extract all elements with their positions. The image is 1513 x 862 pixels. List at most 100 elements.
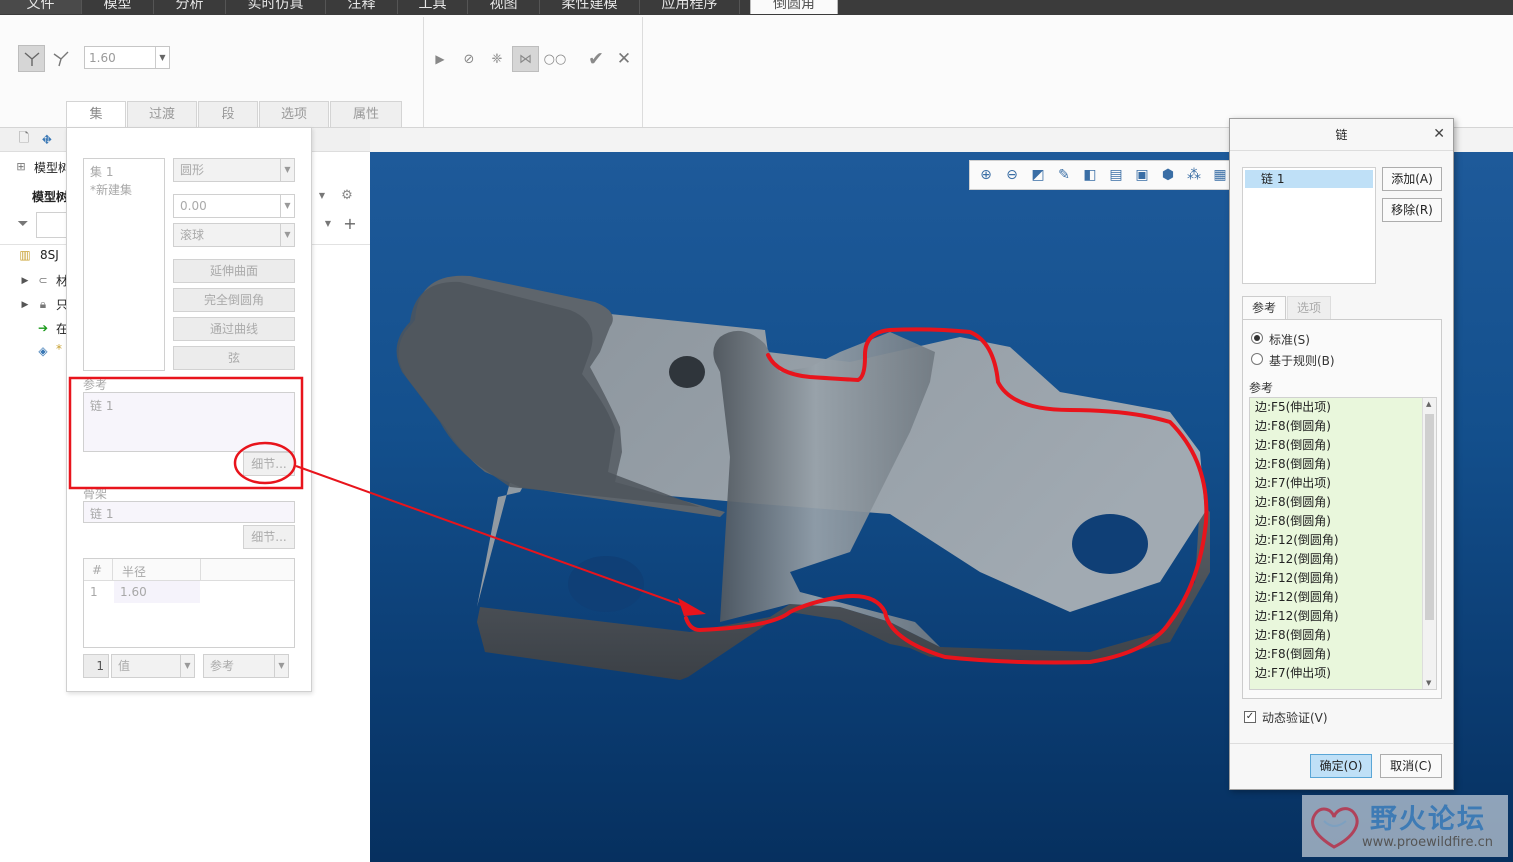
add-button[interactable]: 添加(A) (1382, 167, 1442, 191)
tab-simulation[interactable]: 实时仿真 (226, 0, 326, 14)
preview-icon[interactable]: ❈ (486, 49, 508, 69)
radius-input[interactable]: 1.60 ▼ (84, 46, 170, 69)
reference-list[interactable]: 边:F5(伸出项) 边:F8(倒圆角) 边:F8(倒圆角) 边:F8(倒圆角) … (1249, 397, 1437, 690)
expand-arrow-icon[interactable]: ▶ (20, 274, 30, 288)
value-select[interactable]: 0.00 ▼ (173, 194, 295, 218)
value-type-select[interactable]: 值 ▼ (111, 654, 195, 678)
list-item[interactable]: 边:F7(伸出项) (1250, 474, 1422, 493)
display-style-icon[interactable]: ◧ (1080, 165, 1100, 185)
tab-model[interactable]: 模型 (82, 0, 154, 14)
chain-list[interactable]: 链 1 (1242, 167, 1376, 284)
method-select[interactable]: 滚球 ▼ (173, 223, 295, 247)
scrollbar-thumb[interactable] (1425, 414, 1434, 620)
tab-options[interactable]: 选项 (259, 101, 329, 127)
ok-button[interactable]: 确定(O) (1310, 754, 1372, 778)
dynamic-validate-checkbox[interactable]: ✓ (1244, 711, 1256, 723)
chord-button[interactable]: 弦 (173, 346, 295, 370)
tab-analysis[interactable]: 分析 (154, 0, 226, 14)
zoom-out-icon[interactable]: ⊖ (1002, 165, 1022, 185)
scroll-down-icon[interactable]: ▼ (1426, 679, 1431, 687)
scroll-up-icon[interactable]: ▲ (1426, 400, 1431, 408)
skeleton-collector[interactable]: 链 1 (83, 501, 295, 523)
tab-round[interactable]: 倒圆角 (750, 0, 838, 14)
tab-file[interactable]: 文件 (0, 0, 82, 14)
dynamic-validate-label[interactable]: 动态验证(V) (1262, 709, 1328, 726)
chevron-down-icon[interactable]: ▼ (322, 214, 334, 232)
tab-properties[interactable]: 属性 (330, 101, 402, 127)
radius-cell[interactable]: 1.60 (120, 585, 147, 599)
full-round-button[interactable]: 完全倒圆角 (173, 288, 295, 312)
references-collector[interactable]: 链 1 (83, 392, 295, 452)
list-item[interactable]: 边:F12(倒圆角) (1250, 588, 1422, 607)
remove-button[interactable]: 移除(R) (1382, 198, 1442, 222)
tab-sets[interactable]: 集 (66, 101, 126, 127)
tree-item-new[interactable]: * (56, 342, 66, 356)
expand-arrow-icon[interactable]: ▶ (20, 298, 30, 312)
cancel-button[interactable]: 取消(C) (1380, 754, 1442, 778)
radio-standard-label[interactable]: 标准(S) (1269, 331, 1310, 348)
shape-select[interactable]: 圆形 ▼ (173, 158, 295, 182)
list-item[interactable]: 边:F7(伸出项) (1250, 664, 1422, 683)
details-button[interactable]: 细节... (243, 452, 295, 476)
list-item[interactable]: 边:F12(倒圆角) (1250, 550, 1422, 569)
list-item[interactable]: 边:F8(倒圆角) (1250, 436, 1422, 455)
confirm-icon[interactable]: ✔ (585, 48, 607, 70)
cancel-icon[interactable]: ✕ (614, 49, 634, 69)
repaint-icon[interactable]: ✎ (1054, 165, 1074, 185)
tab-tools[interactable]: 工具 (398, 0, 468, 14)
extend-surface-button[interactable]: 延伸曲面 (173, 259, 295, 283)
list-item[interactable]: 边:F8(倒圆角) (1250, 626, 1422, 645)
tree-item-part[interactable]: 8SJ (40, 248, 66, 262)
skeleton-details-button[interactable]: 细节... (243, 525, 295, 549)
reference-type-select[interactable]: 参考 ▼ (203, 654, 289, 678)
pause-icon[interactable]: ⊘ (460, 50, 478, 68)
list-item[interactable]: 边:F5(伸出项) (1250, 398, 1422, 417)
chevron-down-icon[interactable]: ▼ (155, 47, 169, 68)
list-item[interactable]: 边:F8(倒圆角) (1250, 455, 1422, 474)
radio-standard[interactable] (1251, 332, 1263, 344)
list-item[interactable]: 边:F8(倒圆角) (1250, 512, 1422, 531)
list-item[interactable]: 边:F12(倒圆角) (1250, 607, 1422, 626)
list-item[interactable]: 边:F12(倒圆角) (1250, 531, 1422, 550)
saved-views-icon[interactable]: ▤ (1106, 165, 1126, 185)
tab-applications[interactable]: 应用程序 (640, 0, 740, 14)
list-item[interactable]: *新建集 (90, 181, 132, 198)
list-item[interactable]: 边:F8(倒圆角) (1250, 645, 1422, 664)
scrollbar[interactable]: ▲ ▼ (1422, 398, 1436, 689)
variable-radius-icon[interactable] (50, 45, 72, 72)
annotation-display-icon[interactable]: ▦ (1210, 165, 1230, 185)
tab-flexible-modeling[interactable]: 柔性建模 (540, 0, 640, 14)
tab-options[interactable]: 选项 (1287, 296, 1331, 320)
zoom-in-icon[interactable]: ⊕ (976, 165, 996, 185)
glasses-icon[interactable]: ○○ (543, 49, 567, 69)
tab-transitions[interactable]: 过渡 (127, 101, 197, 127)
tab-view[interactable]: 视图 (468, 0, 540, 14)
verify-mode-icon[interactable]: ⋈ (512, 46, 539, 72)
tree-settings-icon[interactable]: ⚙ (336, 184, 358, 206)
chevron-down-icon[interactable]: ▼ (316, 186, 328, 204)
refit-icon[interactable]: ◩ (1028, 165, 1048, 185)
list-item[interactable]: 边:F12(倒圆角) (1250, 569, 1422, 588)
close-icon[interactable]: ✕ (1433, 126, 1445, 142)
datum-display-icon[interactable]: ⁂ (1184, 165, 1204, 185)
file-icon[interactable]: 🗋 (16, 131, 32, 149)
play-icon[interactable]: ▶ (432, 50, 448, 68)
view-manager-icon[interactable]: ▣ (1132, 165, 1152, 185)
list-item[interactable]: 集 1 (90, 163, 113, 180)
table-row[interactable]: 1 1.60 (84, 581, 202, 603)
tab-references[interactable]: 参考 (1242, 296, 1286, 320)
constant-radius-icon[interactable] (18, 45, 45, 72)
tree-search-input[interactable] (36, 212, 68, 238)
row-number-field[interactable]: 1 (83, 654, 109, 678)
list-item[interactable]: 边:F8(倒圆角) (1250, 417, 1422, 436)
list-item[interactable]: 边:F8(倒圆角) (1250, 493, 1422, 512)
radio-rule-label[interactable]: 基于规则(B) (1269, 352, 1335, 369)
tab-pieces[interactable]: 段 (198, 101, 258, 127)
filter-icon[interactable]: ⏷ (14, 215, 32, 233)
perspective-icon[interactable]: ⬢ (1158, 165, 1178, 185)
radio-rule-based[interactable] (1251, 353, 1263, 365)
through-curve-button[interactable]: 通过曲线 (173, 317, 295, 341)
tab-annotate[interactable]: 注释 (326, 0, 398, 14)
folder-browser-icon[interactable]: ⛖ (38, 131, 56, 149)
list-item[interactable]: 链 1 (1245, 170, 1373, 188)
